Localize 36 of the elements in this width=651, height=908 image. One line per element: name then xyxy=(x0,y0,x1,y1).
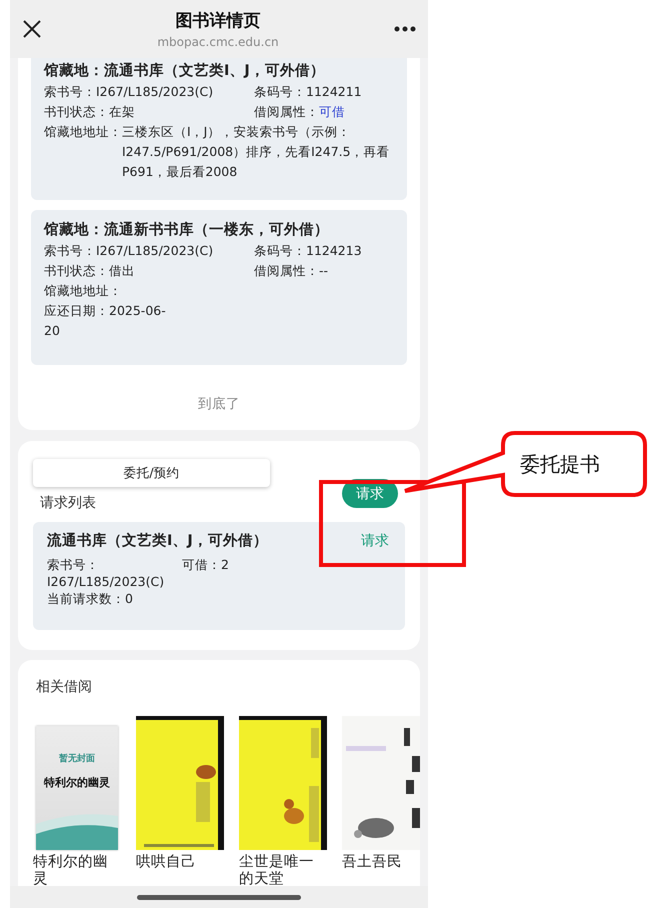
reserve-tab-button[interactable]: 委托/预约 xyxy=(33,459,270,487)
page-title: 图书详情页 xyxy=(176,10,260,32)
address-value: 三楼东区（I，J），安装索书号（示例：I247.5/P691/2008）排序，先看I247.5，再看P691，最后看2008 xyxy=(122,123,391,181)
loan-attribute: 借阅属性：可借 xyxy=(254,103,346,121)
page-url: mbopac.cmc.edu.cn xyxy=(157,35,279,49)
cover-title: 特利尔的幽灵 xyxy=(44,775,110,790)
barcode-number: 条码号：1124213 xyxy=(254,242,363,260)
request-list-title: 请求列表 xyxy=(39,494,96,513)
address-label: 馆藏地地址： xyxy=(44,123,122,141)
callout-text: 委托提书 xyxy=(520,451,600,478)
holding-location: 馆藏地：流通书库（文艺类I、J，可外借） xyxy=(44,62,326,81)
more-icon[interactable] xyxy=(394,26,416,32)
end-of-list-note: 到底了 xyxy=(197,395,241,413)
cover-note: 暂无封面 xyxy=(59,752,95,765)
call-number: 索书号：I267/L185/2023(C) xyxy=(44,242,214,260)
home-indicator[interactable] xyxy=(137,894,301,900)
book-title[interactable]: 尘世是唯一的天堂 xyxy=(239,854,327,886)
request-count: 当前请求数：0 xyxy=(47,590,134,607)
request-location: 流通书库（文艺类I、J，可外借） xyxy=(47,532,268,550)
related-title: 相关借阅 xyxy=(35,678,93,696)
call-number: 索书号：I267/L185/2023(C) xyxy=(44,83,214,101)
book-status: 书刊状态：在架 xyxy=(44,103,136,121)
book-title[interactable]: 特利尔的幽灵 xyxy=(33,854,121,886)
call-number: I267/L185/2023(C) xyxy=(47,573,166,590)
holding-location: 馆藏地：流通新书书库（一楼东，可外借） xyxy=(44,220,330,240)
book-title[interactable]: 哄哄自己 xyxy=(136,854,224,871)
book-title[interactable]: 吾土吾民 xyxy=(342,854,420,871)
book-cover[interactable]: 暂无封面 特利尔的幽灵 xyxy=(36,726,118,850)
book-status: 书刊状态：借出 xyxy=(44,262,136,280)
barcode-number: 条码号：1124211 xyxy=(254,83,363,101)
address-label: 馆藏地地址： xyxy=(44,282,122,300)
close-icon[interactable] xyxy=(22,19,42,39)
loan-attribute: 借阅属性：-- xyxy=(254,262,330,280)
available-count: 可借：2 xyxy=(182,556,230,574)
call-number-label: 索书号： xyxy=(47,556,100,573)
due-date: 应还日期：2025-06-20 xyxy=(44,302,167,340)
